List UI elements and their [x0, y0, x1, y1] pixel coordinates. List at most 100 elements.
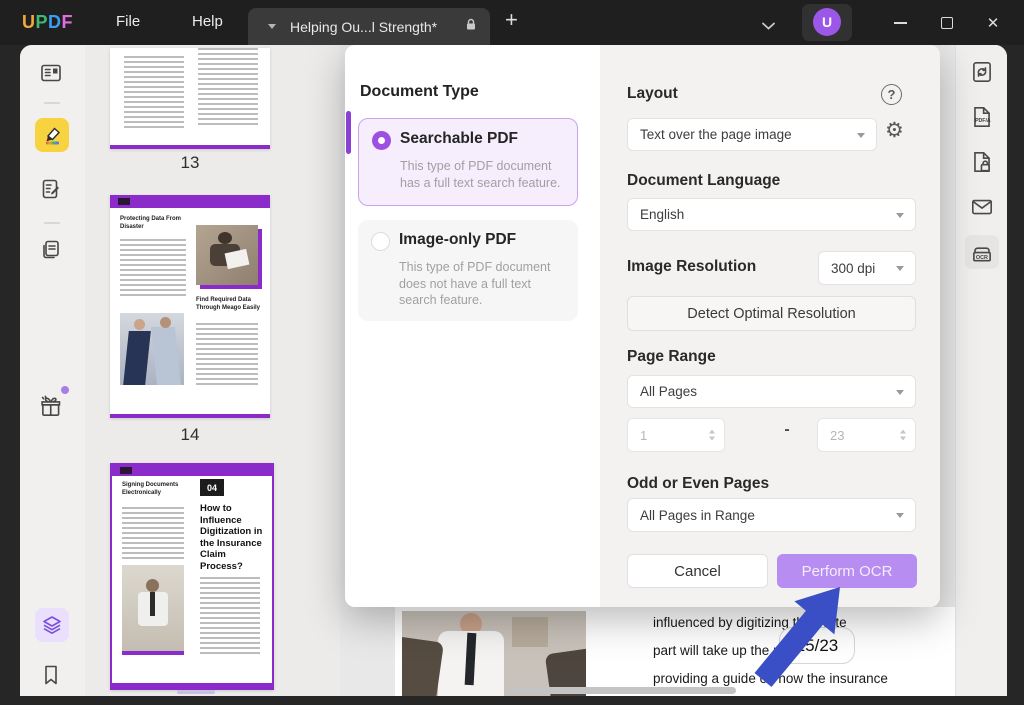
logo-letter: F	[62, 12, 74, 32]
ocr-settings-panel: Layout ? Text over the page image ⚙ Docu…	[600, 45, 940, 607]
chevron-up-icon[interactable]	[709, 430, 715, 434]
radio-unselected-icon[interactable]	[371, 232, 390, 251]
mini-photo-signer	[122, 565, 184, 655]
document-tab[interactable]: Helping Ou...l Strength*	[248, 8, 490, 45]
odd-even-select[interactable]: All Pages in Range	[627, 498, 916, 532]
layout-value: Text over the page image	[640, 127, 792, 142]
new-tab-button[interactable]: +	[505, 7, 518, 33]
help-icon[interactable]: ?	[881, 84, 902, 105]
document-type-heading: Document Type	[360, 83, 479, 101]
pdfa-icon: PDF/A	[969, 104, 995, 130]
close-button[interactable]: ✕	[973, 0, 1013, 45]
chevron-down-icon[interactable]	[900, 437, 906, 441]
updf-logo: UPDF	[22, 12, 73, 33]
question-mark: ?	[888, 87, 896, 102]
convert-pdf-button[interactable]	[965, 55, 999, 89]
mini-title: How to Influence Digitization in the Ins…	[200, 503, 264, 572]
page-header-bar	[110, 195, 270, 208]
stepper-arrows[interactable]	[709, 430, 715, 441]
mini-heading: Find Required Data Through Meago Easily	[196, 297, 262, 312]
page-header-bar	[112, 465, 272, 476]
menu-file[interactable]: File	[116, 13, 140, 30]
divider	[44, 102, 60, 104]
thumbnail-scrollbar[interactable]	[177, 690, 215, 694]
close-icon: ✕	[987, 14, 1000, 32]
dialog-scrollbar[interactable]	[346, 111, 351, 154]
resolution-value: 300 dpi	[831, 261, 875, 276]
svg-text:OCR: OCR	[976, 255, 988, 261]
tab-title: Helping Ou...l Strength*	[290, 19, 456, 35]
reader-mode-button[interactable]	[34, 56, 68, 90]
ocr-icon: OCR	[969, 239, 995, 265]
organize-pages-button[interactable]	[34, 233, 68, 267]
page-range-value: All Pages	[640, 384, 697, 399]
thumbnail-text-lines	[124, 56, 184, 128]
page-number-label: 14	[110, 425, 270, 445]
thumbnail-page-13[interactable]	[110, 48, 270, 149]
language-select[interactable]: English	[627, 198, 916, 231]
comment-tool-button[interactable]	[35, 118, 69, 152]
option-description: This type of PDF document does not have …	[399, 259, 571, 309]
pdfa-button[interactable]: PDF/A	[965, 100, 999, 134]
thumbnail-text-lines	[196, 323, 258, 385]
resolution-select[interactable]: 300 dpi	[818, 251, 916, 285]
avatar[interactable]: U	[813, 8, 841, 36]
thumbnail-text-lines	[198, 48, 258, 128]
page-number-label: 13	[110, 153, 270, 173]
mini-heading: Signing Documents Electronically	[122, 482, 192, 497]
thumbnail-page-15-selected[interactable]: Signing Documents Electronically 04 How …	[110, 463, 274, 690]
header-chip	[120, 467, 132, 474]
horizontal-scrollbar[interactable]	[508, 687, 736, 694]
edit-pdf-button[interactable]	[34, 172, 68, 206]
lock-icon	[464, 17, 478, 36]
pages-icon	[39, 238, 63, 262]
maximize-button[interactable]	[927, 0, 967, 45]
left-toolbar	[20, 45, 85, 696]
bookmark-button[interactable]	[34, 658, 68, 692]
ocr-button[interactable]: OCR	[965, 235, 999, 269]
document-type-panel: Document Type Searchable PDF This type o…	[345, 45, 600, 607]
range-from-stepper[interactable]: 1	[627, 418, 725, 452]
chevron-down-icon	[896, 213, 904, 218]
page-accent-bar	[112, 683, 272, 688]
chevron-up-icon[interactable]	[900, 430, 906, 434]
svg-text:PDF/A: PDF/A	[975, 118, 991, 124]
range-to-stepper[interactable]: 23	[817, 418, 916, 452]
radio-selected-icon[interactable]	[372, 131, 391, 150]
ocr-dialog: Document Type Searchable PDF This type o…	[345, 45, 940, 607]
minimize-button[interactable]	[880, 0, 920, 45]
chevron-down-icon	[896, 513, 904, 518]
option-image-only-pdf[interactable]: Image-only PDF This type of PDF document…	[358, 220, 578, 321]
account-button[interactable]: U	[802, 4, 852, 41]
chevron-down-icon[interactable]	[709, 437, 715, 441]
layers-tool-button[interactable]	[35, 608, 69, 642]
thumbnail-page-14[interactable]: Protecting Data From Disaster Find Requi…	[110, 195, 270, 418]
chevron-down-icon[interactable]	[762, 17, 775, 35]
notification-dot	[61, 386, 69, 394]
chevron-down-icon[interactable]	[268, 24, 276, 29]
maximize-icon	[941, 17, 953, 29]
language-value: English	[640, 207, 684, 222]
perform-ocr-label: Perform OCR	[802, 563, 893, 580]
range-separator: -	[772, 421, 802, 439]
titlebar: UPDF File Help Helping Ou...l Strength* …	[0, 0, 1024, 45]
rewards-button[interactable]	[34, 390, 68, 424]
document-page-preview: influenced by digitizing the syste part …	[395, 607, 955, 696]
share-email-button[interactable]	[965, 190, 999, 224]
chevron-down-icon	[896, 390, 904, 395]
detect-resolution-button[interactable]: Detect Optimal Resolution	[627, 296, 916, 331]
stepper-arrows[interactable]	[900, 430, 906, 441]
protect-pdf-button[interactable]	[965, 145, 999, 179]
layout-select[interactable]: Text over the page image	[627, 118, 877, 151]
bookmark-icon	[39, 663, 63, 687]
document-lock-icon	[969, 149, 995, 175]
option-title: Searchable PDF	[400, 130, 518, 148]
option-searchable-pdf[interactable]: Searchable PDF This type of PDF document…	[358, 118, 578, 206]
document-photo	[402, 611, 586, 696]
layout-label: Layout	[627, 85, 678, 103]
range-from-value: 1	[640, 428, 647, 443]
page-range-select[interactable]: All Pages	[627, 375, 916, 408]
menu-help[interactable]: Help	[192, 13, 223, 30]
gear-icon[interactable]: ⚙	[885, 118, 904, 142]
thumbnail-text-lines	[122, 507, 184, 559]
